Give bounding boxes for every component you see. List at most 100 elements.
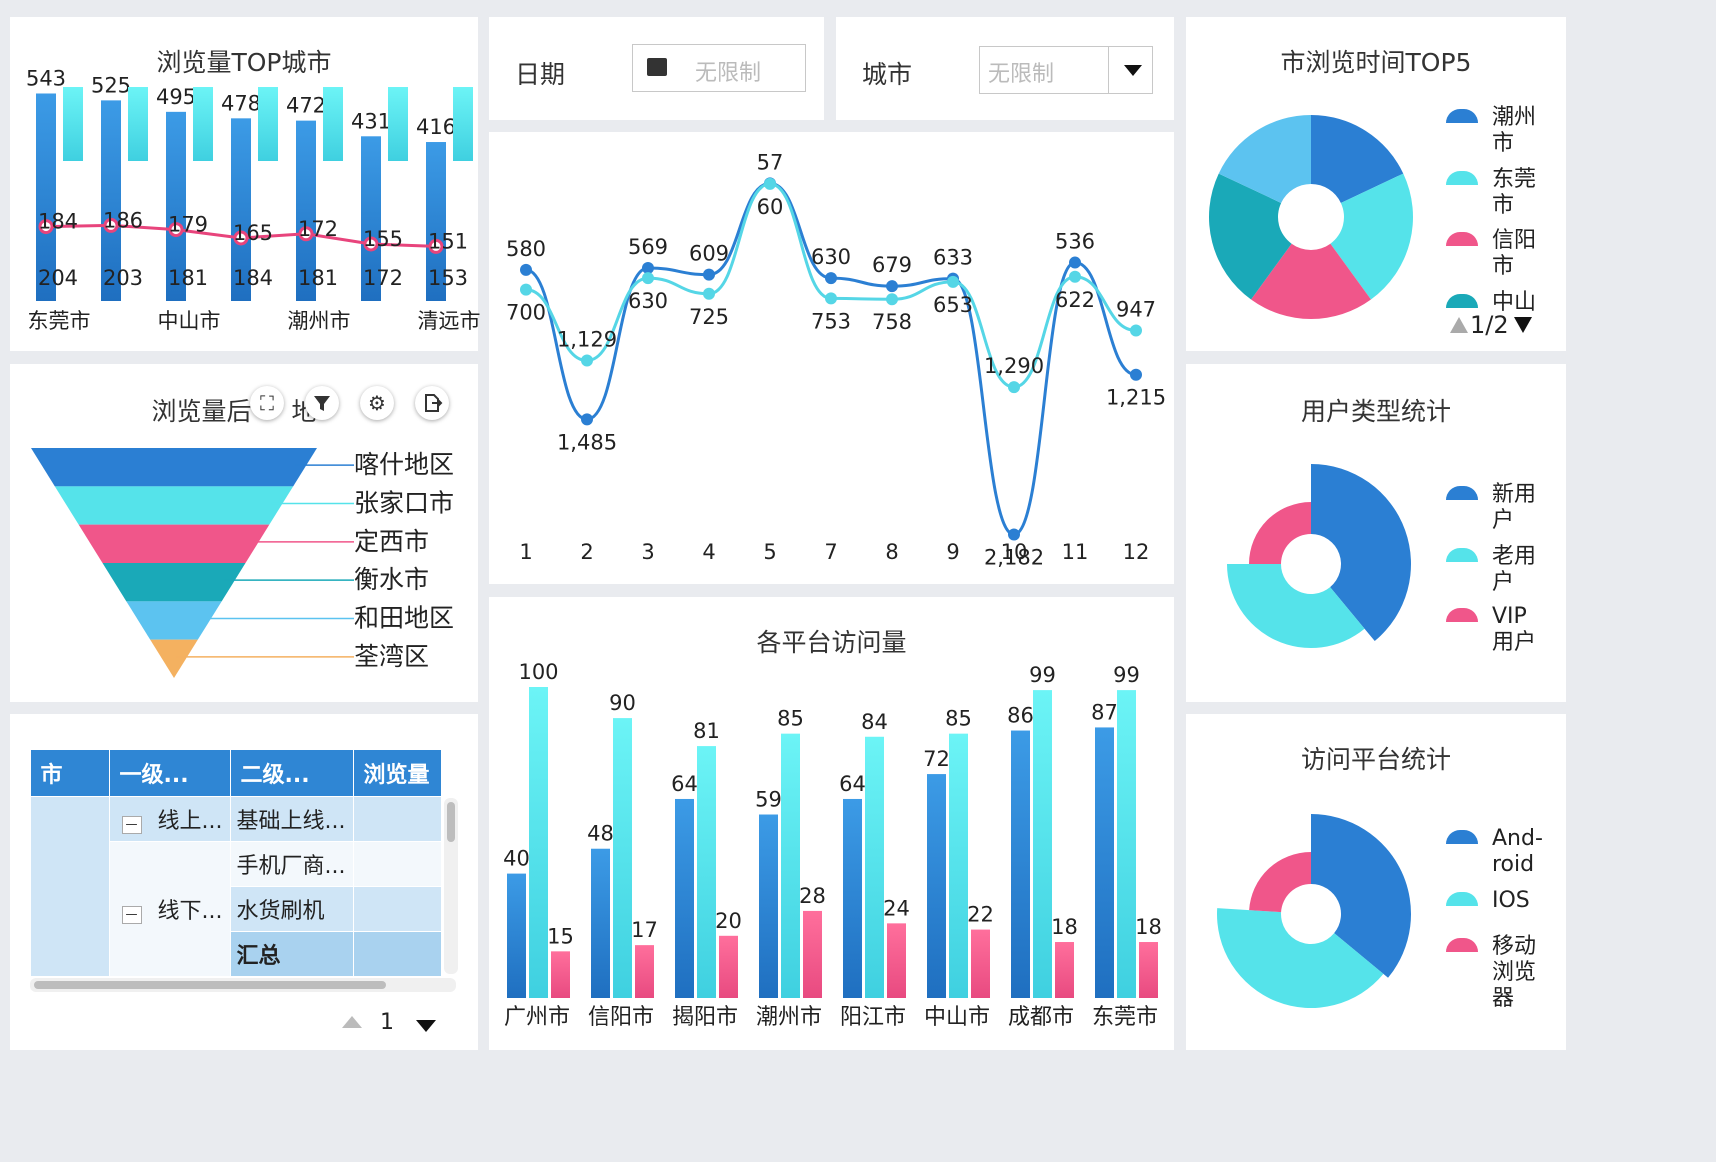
- line-value-label: 1,215: [1106, 386, 1166, 410]
- legend-prev-icon[interactable]: [1450, 317, 1468, 333]
- table-cell: 汇总: [229, 931, 354, 977]
- legend-item[interactable]: IOS: [1446, 888, 1548, 914]
- date-input[interactable]: 无限制: [632, 44, 806, 92]
- bar: [759, 814, 778, 998]
- legend-label: 信阳市: [1492, 228, 1537, 279]
- line-value-label: 151: [428, 229, 468, 253]
- legend-item[interactable]: 新用户: [1446, 482, 1542, 534]
- funnel-segment: [126, 601, 222, 640]
- bar-value-label: 87: [1091, 700, 1118, 724]
- next-page-icon[interactable]: [416, 1020, 436, 1032]
- legend-label: IOS: [1492, 888, 1530, 913]
- x-tick-label: 10: [1001, 540, 1028, 564]
- x-tick-label: 潮州市: [756, 1005, 822, 1030]
- line-value-label: 609: [689, 242, 729, 266]
- level1-text: 线上...: [157, 809, 223, 834]
- legend-item[interactable]: 潮州市: [1446, 105, 1542, 157]
- x-tick-label: 中山市: [924, 1005, 990, 1030]
- bar-series-2: [193, 87, 213, 161]
- line-value-label: 165: [233, 221, 273, 245]
- bar-value-label: 85: [777, 707, 804, 731]
- bar-value-label: 48: [587, 822, 614, 846]
- top-cities-chart: 543 204 525 203 495 181 478 184 472 181 431 172 416 1…: [26, 66, 481, 333]
- funnel-label: 和田地区: [354, 604, 454, 633]
- bar-value-label: 431: [351, 109, 391, 133]
- legend-item[interactable]: 信阳市: [1446, 228, 1542, 280]
- legend-page: 1/2: [1470, 311, 1509, 339]
- prev-page-icon[interactable]: [342, 1016, 362, 1028]
- column-header[interactable]: 市: [30, 750, 110, 797]
- line-value-label: 569: [628, 235, 668, 259]
- legend-item[interactable]: 老用户: [1446, 544, 1542, 596]
- line-value-label: 1,290: [984, 354, 1044, 378]
- bar: [887, 923, 906, 998]
- legend-item[interactable]: And-roid: [1446, 826, 1548, 878]
- bar-value-label: 416: [416, 115, 456, 139]
- line-point: [1130, 368, 1142, 381]
- date-placeholder: 无限制: [695, 61, 762, 86]
- bar: [1011, 730, 1030, 998]
- legend-item[interactable]: 东莞市: [1446, 167, 1542, 219]
- bar-series-2: [388, 87, 408, 161]
- legend-item[interactable]: 移动浏览器: [1446, 934, 1542, 1012]
- platform-bar-chart: 40 100 15 广州市 48 90 17 信阳市 64 81 20 揭阳市 59 85 28 潮州市 64 8…: [503, 660, 1162, 1030]
- bar: [971, 929, 990, 998]
- line-value-label: 630: [628, 289, 668, 313]
- bar-value-label: 153: [428, 266, 468, 290]
- bar-series-2: [453, 87, 473, 161]
- x-tick-label: 9: [946, 540, 959, 564]
- funnel-label: 喀什地区: [354, 450, 454, 479]
- bar-value-label: 18: [1135, 915, 1162, 939]
- x-tick-label: 7: [824, 540, 837, 564]
- line-value-label: 179: [168, 213, 208, 237]
- line-point: [825, 272, 837, 285]
- bar: [843, 798, 862, 998]
- bar: [529, 687, 548, 998]
- vertical-scrollbar[interactable]: [444, 798, 458, 974]
- line-value-label: 947: [1116, 297, 1156, 321]
- bar: [697, 746, 716, 998]
- legend-label: VIP用户: [1492, 604, 1537, 655]
- column-header[interactable]: 二级...: [230, 750, 354, 797]
- line-point: [886, 293, 898, 306]
- table-cell: [352, 931, 442, 977]
- bar-value-label: 99: [1029, 663, 1056, 687]
- bar-value-label: 100: [518, 660, 558, 684]
- legend-label: And-roid: [1492, 826, 1543, 877]
- collapse-toggle[interactable]: —: [121, 906, 142, 924]
- bar-value-label: 543: [26, 66, 66, 90]
- line-point: [581, 354, 593, 367]
- horizontal-scrollbar[interactable]: [30, 978, 456, 992]
- table-header-row: 市 一级... 二级... 浏览量: [30, 750, 442, 797]
- pie-slice: [1249, 502, 1311, 564]
- bar: [613, 718, 632, 998]
- column-header[interactable]: 浏览量: [353, 750, 442, 797]
- city-select[interactable]: 无限制: [979, 46, 1153, 94]
- bar-value-label: 28: [799, 884, 826, 908]
- bar: [719, 935, 738, 998]
- bar-value-label: 495: [156, 85, 196, 109]
- table-cell: [352, 841, 442, 887]
- x-tick-label: 广州市: [504, 1005, 570, 1030]
- x-tick-label: 3: [641, 540, 654, 564]
- column-header[interactable]: 一级...: [109, 750, 231, 797]
- legend-item[interactable]: VIP用户: [1446, 604, 1542, 656]
- bar: [865, 736, 884, 998]
- funnel-label: 衡水市: [354, 565, 429, 594]
- line-point: [520, 283, 532, 296]
- top-cities-panel: 浏览量TOP城市 543 204 525 203 495 181 478 184 472 181 4…: [10, 17, 481, 351]
- bar: [1055, 942, 1074, 998]
- bar-series-2: [323, 87, 343, 161]
- line-point: [581, 413, 593, 426]
- bar: [1033, 690, 1052, 998]
- data-table: 市 一级... 二级... 浏览量 — 线上... 基础上线... — 线下... …: [30, 750, 442, 977]
- chevron-down-icon[interactable]: [1124, 65, 1142, 76]
- collapse-toggle[interactable]: —: [121, 816, 142, 834]
- date-filter-panel: 日期 无限制: [489, 17, 824, 120]
- bar-value-label: 17: [631, 918, 658, 942]
- x-tick-label: 东莞市: [1092, 1005, 1158, 1030]
- bar-value-label: 59: [755, 788, 782, 812]
- bar-value-label: 203: [103, 266, 143, 290]
- line-value-label: 633: [933, 246, 973, 270]
- legend-next-icon[interactable]: [1514, 317, 1532, 333]
